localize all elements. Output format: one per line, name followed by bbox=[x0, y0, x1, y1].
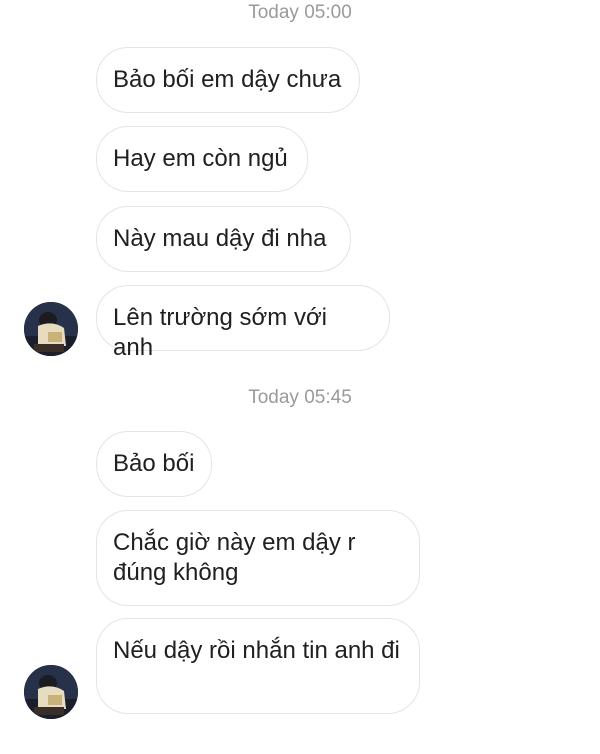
message-bubble[interactable]: Lên trường sớm với anh bbox=[96, 285, 390, 361]
avatar[interactable] bbox=[24, 665, 78, 719]
message-bubble[interactable]: Hay em còn ngủ bbox=[96, 126, 308, 192]
avatar[interactable] bbox=[24, 302, 78, 356]
message-bubble[interactable]: Bảo bối bbox=[96, 431, 212, 497]
timestamp: Today 05:00 bbox=[248, 2, 352, 23]
profile-photo-icon bbox=[24, 302, 78, 356]
message-bubble[interactable]: Này mau dậy đi nha bbox=[96, 206, 351, 272]
profile-photo-icon bbox=[24, 665, 78, 719]
timestamp: Today 05:45 bbox=[248, 387, 352, 408]
message-bubble[interactable]: Bảo bối em dậy chưa bbox=[96, 47, 360, 113]
message-bubble[interactable]: Chắc giờ này em dậy r đúng không bbox=[96, 510, 420, 606]
message-bubble[interactable]: Nếu dậy rồi nhắn tin anh đi bbox=[96, 618, 420, 714]
